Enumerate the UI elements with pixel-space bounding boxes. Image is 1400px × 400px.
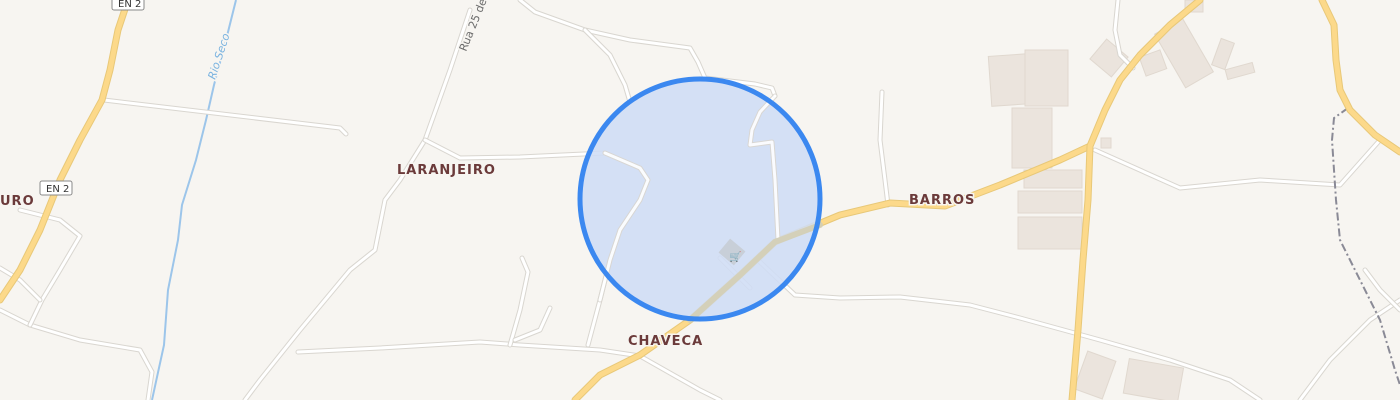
place-label-left-partial: URO — [0, 194, 35, 209]
street-label-rua: Rua 25 de — [457, 0, 490, 53]
road-shield-top-label: EN 2 — [118, 0, 141, 10]
place-label-chaveca: CHAVECA — [628, 334, 703, 349]
shopping-cart-icon: 🛒 — [729, 250, 741, 263]
railway-line — [1330, 107, 1400, 386]
map-canvas: 🛒 EN 2 EN 2 Rua 25 de Rio Seco LARANJEIR… — [0, 0, 1400, 400]
map-view[interactable]: 🛒 EN 2 EN 2 Rua 25 de Rio Seco LARANJEIR… — [0, 0, 1400, 400]
road-shield-top: EN 2 — [111, 0, 145, 11]
road-shield-mid-label: EN 2 — [46, 184, 69, 195]
place-label-barros: BARROS — [909, 193, 975, 208]
place-label-laranjeiro: LARANJEIRO — [397, 163, 496, 178]
road-shield-mid: EN 2 — [39, 180, 73, 196]
river-label: Rio Seco — [205, 32, 232, 81]
